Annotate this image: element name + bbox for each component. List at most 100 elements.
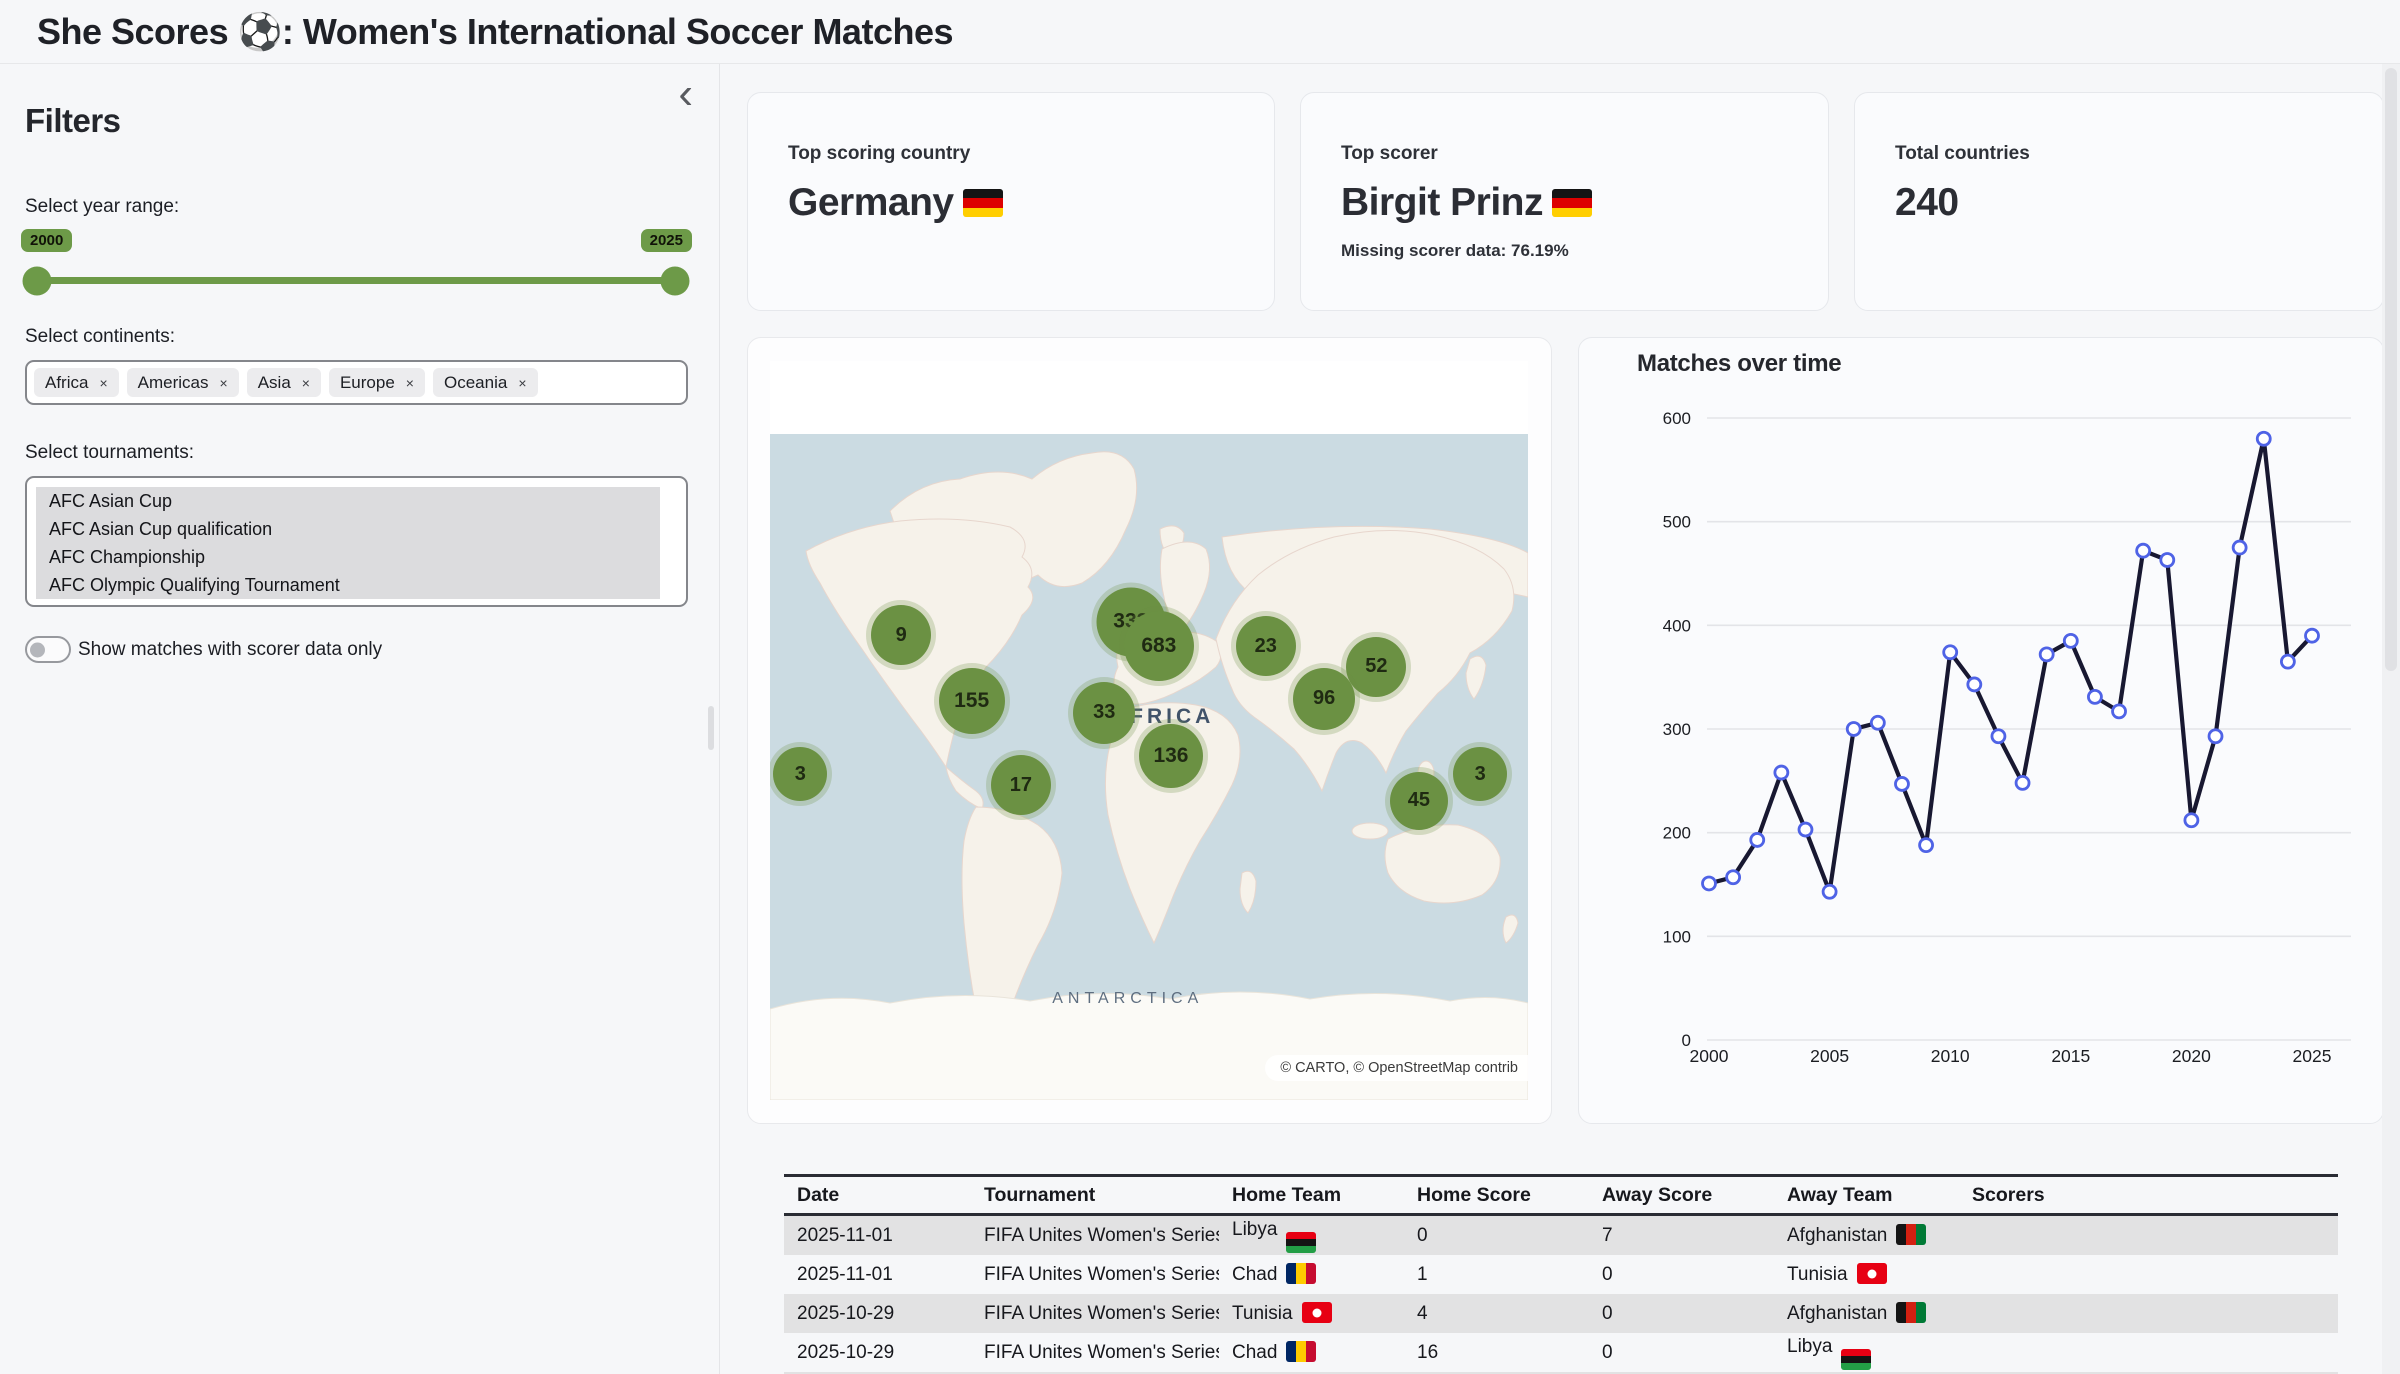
chart-title: Matches over time — [1637, 350, 1841, 378]
continent-chip-americas[interactable]: Americas× — [127, 368, 239, 397]
chip-close-icon[interactable]: × — [220, 376, 228, 390]
data-point-marker — [1775, 766, 1788, 779]
table-header-away-score: Away Score — [1589, 1176, 1774, 1215]
table-header-away-team: Away Team — [1774, 1176, 1959, 1215]
cell-team: Tunisia — [1774, 1255, 1959, 1294]
data-point-marker — [2281, 655, 2294, 668]
card-subtext: Missing scorer data: 76.19% — [1341, 241, 1569, 261]
map-cluster-marker[interactable]: 23 — [1236, 616, 1296, 676]
data-point-marker — [1968, 678, 1981, 691]
data-point-marker — [2113, 705, 2126, 718]
chip-close-icon[interactable]: × — [99, 376, 107, 390]
data-point-marker — [1727, 871, 1740, 884]
card-value: Germany — [788, 181, 1003, 225]
data-point-marker — [1920, 839, 1933, 852]
map-attribution[interactable]: © CARTO, © OpenStreetMap contrib — [1265, 1055, 1528, 1081]
slider-thumb-min[interactable] — [23, 266, 52, 295]
continent-chip-asia[interactable]: Asia× — [247, 368, 321, 397]
x-tick-label: 2015 — [2051, 1046, 2090, 1066]
cell-tournament: FIFA Unites Women's Series — [971, 1294, 1219, 1333]
data-point-marker — [2161, 554, 2174, 567]
tournaments-label: Select tournaments: — [25, 442, 194, 464]
page-scrollbar-thumb[interactable] — [2385, 68, 2397, 671]
page-scrollbar[interactable] — [2382, 64, 2400, 1374]
data-point-marker — [2016, 776, 2029, 789]
flag-ly-icon — [1841, 1349, 1871, 1370]
data-point-marker — [1703, 877, 1716, 890]
tournament-option[interactable]: AFC Asian Cup — [36, 487, 660, 515]
table-header-date: Date — [784, 1176, 971, 1215]
map-cluster-marker[interactable]: 45 — [1390, 772, 1448, 830]
table-header-tournament: Tournament — [971, 1176, 1219, 1215]
tournament-option[interactable]: AFC Championship — [36, 543, 660, 571]
tournament-option[interactable]: AFC Asian Cup qualification — [36, 515, 660, 543]
continent-chip-oceania[interactable]: Oceania × — [433, 368, 538, 397]
page-title: She Scores ⚽: Women's International Socc… — [37, 11, 953, 53]
chip-close-icon[interactable]: × — [406, 376, 414, 390]
map-cluster-marker[interactable]: 3 — [1453, 747, 1507, 801]
table-header-scorers: Scorers — [1959, 1176, 2338, 1215]
data-point-marker — [2137, 544, 2150, 557]
data-point-marker — [2040, 648, 2053, 661]
cell-team: Tunisia — [1219, 1294, 1404, 1333]
card-total-countries: Total countries 240 — [1854, 92, 2384, 311]
slider-thumb-max[interactable] — [661, 266, 690, 295]
map-cluster-marker[interactable]: 155 — [939, 668, 1005, 734]
chip-close-icon[interactable]: × — [302, 376, 310, 390]
year-range-label: Select year range: — [25, 196, 179, 218]
data-point-marker — [2233, 541, 2246, 554]
map-cluster-marker[interactable]: 33 — [1073, 682, 1135, 744]
cell-team: Chad — [1219, 1333, 1404, 1372]
map-cluster-marker[interactable]: 52 — [1346, 637, 1406, 697]
tournaments-listbox[interactable]: AFC Asian CupAFC Asian Cup qualification… — [25, 476, 688, 607]
cell-date: 2025-10-29 — [784, 1294, 971, 1333]
continent-chip-europe[interactable]: Europe × — [329, 368, 425, 397]
cell-team: Afghanistan — [1774, 1215, 1959, 1256]
sidebar-scrollbar[interactable] — [708, 706, 714, 750]
chip-label: Oceania — [444, 374, 507, 391]
app-header: She Scores ⚽: Women's International Socc… — [0, 0, 2400, 64]
map-label-antarctica: ANTARCTICA — [1052, 990, 1203, 1008]
cell-tournament: FIFA Unites Women's Series — [971, 1333, 1219, 1372]
x-tick-label: 2025 — [2293, 1046, 2332, 1066]
data-point-marker — [1992, 730, 2005, 743]
map-card: AFRICA ANTARCTICA 9155333683235296331361… — [747, 337, 1552, 1124]
table-row: 2025-10-29FIFA Unites Women's SeriesTuni… — [784, 1294, 2338, 1333]
cell-away-score: 0 — [1589, 1333, 1774, 1372]
cell-date: 2025-10-29 — [784, 1333, 971, 1372]
cell-date: 2025-11-01 — [784, 1255, 971, 1294]
map-cluster-marker[interactable]: 96 — [1293, 668, 1355, 730]
card-label: Top scorer — [1341, 143, 1438, 165]
map-cluster-marker[interactable]: 136 — [1139, 724, 1203, 788]
year-range-slider[interactable] — [37, 277, 675, 284]
slider-min-value: 2000 — [21, 229, 72, 252]
cell-scorers — [1959, 1215, 2338, 1256]
slider-max-value: 2025 — [641, 229, 692, 252]
data-point-marker — [1847, 723, 1860, 736]
continent-chip-africa[interactable]: Africa× — [34, 368, 119, 397]
sidebar-collapse-icon[interactable]: ‹ — [678, 72, 693, 116]
card-top-scoring-country: Top scoring country Germany — [747, 92, 1275, 311]
map-cluster-marker[interactable]: 9 — [871, 605, 931, 665]
chip-label: Europe — [340, 374, 395, 391]
card-top-scorer: Top scorer Birgit Prinz Missing scorer d… — [1300, 92, 1829, 311]
table-header-home-score: Home Score — [1404, 1176, 1589, 1215]
world-map[interactable]: AFRICA ANTARCTICA 9155333683235296331361… — [770, 361, 1528, 1100]
x-tick-label: 2020 — [2172, 1046, 2211, 1066]
matches-table-container: DateTournamentHome TeamHome ScoreAway Sc… — [784, 1174, 2338, 1374]
cell-team: Libya — [1774, 1333, 1959, 1372]
matches-over-time-chart[interactable]: 0100200300400500600200020052010201520202… — [1579, 338, 2383, 1123]
map-cluster-marker[interactable]: 3 — [773, 747, 827, 801]
scorer-data-toggle[interactable] — [25, 636, 71, 663]
y-tick-label: 300 — [1663, 720, 1691, 739]
y-tick-label: 500 — [1663, 513, 1691, 532]
flag-ly-icon — [1286, 1232, 1316, 1253]
table-row: 2025-11-01FIFA Unites Women's SeriesLiby… — [784, 1215, 2338, 1256]
map-cluster-marker[interactable]: 683 — [1124, 611, 1194, 681]
continents-multiselect[interactable]: Africa× Americas× Asia× Europe × Oceania × — [25, 360, 688, 405]
tournament-option[interactable]: AFC Olympic Qualifying Tournament — [36, 571, 660, 599]
chip-close-icon[interactable]: × — [518, 376, 526, 390]
data-point-marker — [2209, 730, 2222, 743]
scorer-data-toggle-label: Show matches with scorer data only — [78, 639, 382, 661]
map-cluster-marker[interactable]: 17 — [991, 755, 1051, 815]
